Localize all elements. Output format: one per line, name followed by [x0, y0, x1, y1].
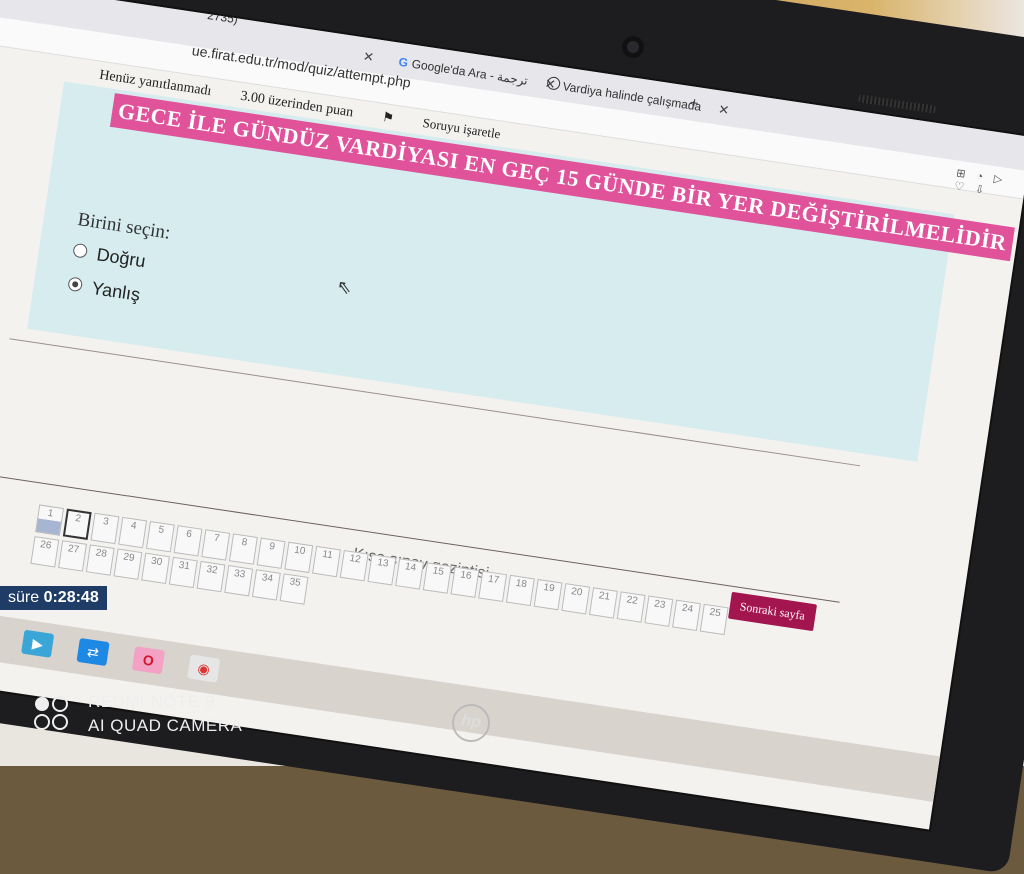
zoom-icon[interactable]: ▶ — [21, 629, 55, 658]
question-nav-button[interactable]: 23 — [644, 595, 674, 627]
question-nav-button[interactable]: 21 — [588, 587, 618, 619]
question-nav-button[interactable]: 7 — [201, 529, 231, 561]
question-nav-button[interactable]: 24 — [672, 599, 701, 632]
question-nav-button[interactable]: 18 — [505, 574, 535, 607]
question-nav-button[interactable]: 11 — [312, 545, 341, 578]
question-nav-button[interactable]: 29 — [113, 548, 143, 580]
question-nav-button[interactable]: 17 — [478, 570, 508, 603]
question-nav-button[interactable]: 33 — [224, 565, 254, 597]
question-nav-button[interactable]: 15 — [422, 562, 452, 594]
question-nav-button[interactable]: 9 — [256, 537, 286, 569]
teamviewer-icon[interactable]: ⇄ — [76, 637, 110, 667]
webcam — [622, 36, 644, 58]
question-nav-button[interactable]: 35 — [279, 573, 309, 605]
camera-rings-icon — [34, 696, 68, 730]
question-nav-button[interactable]: 3 — [90, 512, 120, 545]
flag-icon: ⚑ — [381, 108, 396, 126]
question-nav-button[interactable]: 12 — [339, 549, 369, 582]
answer-prompt: Birini seçin: — [76, 209, 172, 244]
question-nav-button[interactable]: 32 — [196, 560, 226, 593]
option-dogru[interactable]: Doğru — [72, 241, 147, 273]
camera-watermark: REDMI NOTE 9 AI QUAD CAMERA — [32, 690, 242, 738]
question-nav-button[interactable]: 28 — [85, 544, 115, 576]
question-nav-button[interactable]: 5 — [145, 520, 175, 553]
question-nav-button[interactable]: 20 — [561, 583, 591, 615]
mouse-cursor-icon: ⇖ — [335, 276, 354, 299]
question-nav-button[interactable]: 4 — [118, 516, 148, 549]
question-nav-button[interactable]: 30 — [141, 552, 171, 585]
question-nav-button[interactable]: 34 — [251, 569, 281, 601]
question-nav-button[interactable]: 10 — [284, 541, 314, 574]
question-nav-button[interactable]: 16 — [450, 566, 480, 598]
close-icon[interactable]: ✕ — [717, 102, 730, 118]
question-nav-button[interactable]: 25 — [699, 603, 729, 636]
question-nav-button[interactable]: 6 — [173, 525, 203, 557]
question-nav-button[interactable]: 2 — [62, 508, 92, 540]
question-nav-button[interactable]: 19 — [533, 578, 563, 611]
question-nav-button[interactable]: 13 — [367, 554, 397, 586]
opera-icon[interactable]: O — [131, 646, 166, 675]
close-icon[interactable]: ✕ — [362, 48, 375, 64]
globe-icon — [546, 75, 562, 91]
google-icon: G — [397, 54, 409, 70]
question-nav-button[interactable]: 14 — [395, 558, 425, 590]
question-nav-button[interactable]: 8 — [228, 533, 258, 565]
radio-button-selected[interactable] — [67, 276, 84, 293]
chrome-icon[interactable]: ◉ — [187, 654, 221, 683]
question-nav-button[interactable]: 31 — [168, 556, 198, 589]
option-yanlis[interactable]: Yanlış — [67, 274, 142, 306]
question-nav-button[interactable]: 1 — [35, 504, 65, 536]
question-nav-button[interactable]: 26 — [30, 536, 60, 568]
question-nav-button[interactable]: 27 — [58, 540, 87, 572]
question-nav-button[interactable]: 22 — [616, 591, 646, 623]
radio-button[interactable] — [72, 242, 89, 259]
quiz-timer: süre 0:28:48 — [0, 586, 107, 610]
